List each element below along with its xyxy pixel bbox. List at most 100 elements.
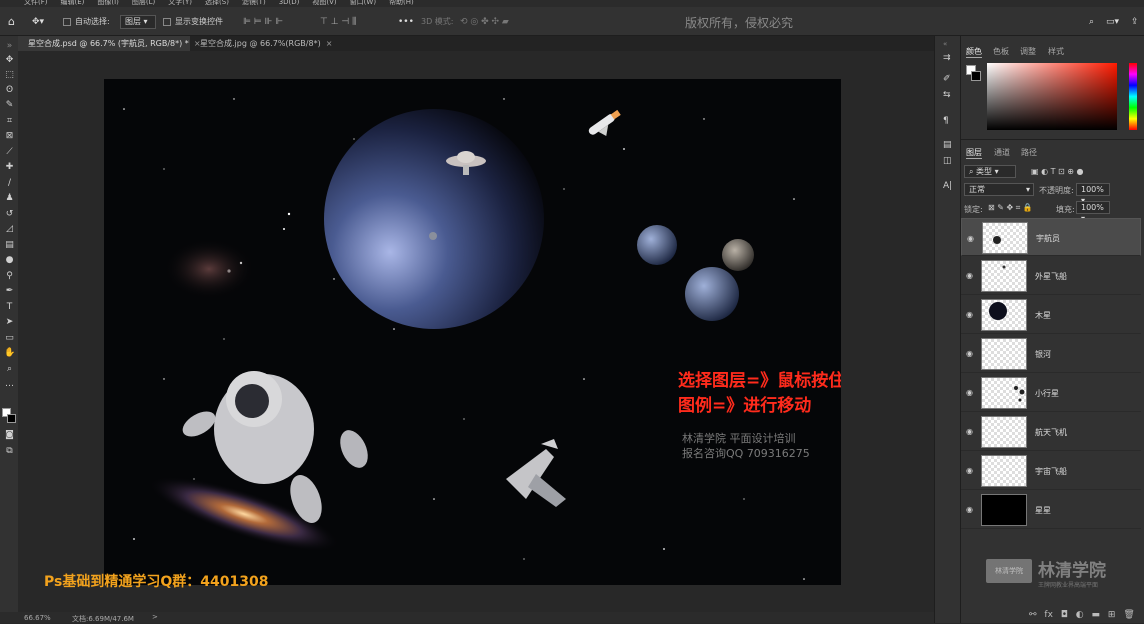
history-icon[interactable]: ⇉ [943, 53, 951, 63]
stamp-tool-icon[interactable]: ♟ [4, 193, 15, 204]
brush-settings-icon[interactable]: ✐ [943, 74, 951, 84]
tab-channels[interactable]: 通道 [994, 147, 1010, 158]
shape-tool-icon[interactable]: ▭ [4, 333, 15, 344]
auto-select-dropdown[interactable]: 图层 ▾ [120, 15, 156, 29]
eraser-tool-icon[interactable]: ◿ [4, 224, 15, 235]
visibility-eye-icon[interactable]: ◉ [966, 388, 973, 397]
workspace-icon[interactable]: ▭▾ [1106, 17, 1119, 27]
menu-layer[interactable]: 图层(L) [132, 0, 155, 6]
lock-icons[interactable]: ⊠ ✎ ✥ ⌗ 🔒 [988, 203, 1033, 213]
menu-edit[interactable]: 编辑(E) [61, 0, 85, 6]
tab-swatches[interactable]: 色板 [993, 46, 1009, 57]
quick-mask-icon[interactable]: ◙ [4, 430, 15, 441]
zoom-level[interactable]: 66.67% [24, 614, 51, 622]
adjust-icon[interactable]: ⇆ [943, 90, 951, 100]
fx-icon[interactable]: fx [1044, 610, 1053, 620]
blur-tool-icon[interactable]: ● [4, 255, 15, 266]
menu-window[interactable]: 窗口(W) [350, 0, 376, 6]
collapse-icon[interactable]: » [4, 41, 15, 52]
menu-file[interactable]: 文件(F) [24, 0, 48, 6]
layer-row-asteroids[interactable]: ◉ 小行星 [961, 374, 1141, 412]
adjustment-icon[interactable]: ◐ [1076, 610, 1084, 620]
type-tool-icon[interactable]: T [4, 302, 15, 313]
paragraph-icon[interactable]: ¶ [943, 116, 949, 126]
visibility-eye-icon[interactable]: ◉ [966, 310, 973, 319]
gradient-tool-icon[interactable]: ▤ [4, 240, 15, 251]
tab-jpg[interactable]: 星空合成.jpg @ 66.7%(RGB/8*) × [190, 36, 333, 51]
more-tools-icon[interactable]: … [4, 379, 15, 390]
document-canvas[interactable]: 选择图层=》鼠标按住图片中的宇航员 图例=》进行移动 林清学院 平面设计培训 报… [104, 79, 841, 585]
libraries-icon[interactable]: ◫ [943, 156, 952, 166]
brush-tool-icon[interactable]: ∕ [4, 178, 15, 189]
tab-styles[interactable]: 样式 [1048, 46, 1064, 57]
show-transform-checkbox[interactable] [163, 18, 171, 26]
layer-row-ufo[interactable]: ◉ 外星飞船 [961, 257, 1141, 295]
healing-brush-icon[interactable]: ✚ [4, 162, 15, 173]
layer-row-astronaut[interactable]: ◉ 宇航员 [961, 218, 1141, 256]
visibility-eye-icon[interactable]: ◉ [966, 271, 973, 280]
properties-icon[interactable]: ▤ [943, 140, 952, 150]
zoom-tool-icon[interactable]: ⌕ [4, 364, 15, 375]
pen-tool-icon[interactable]: ✒ [4, 286, 15, 297]
eyedropper-icon[interactable]: ⟋ [4, 147, 15, 158]
marquee-tool-icon[interactable]: ⬚ [4, 70, 15, 81]
3d-mode-icons[interactable]: ⟲ ◎ ✤ ✣ ▰ [460, 17, 509, 27]
character-icon[interactable]: A| [943, 181, 952, 191]
tab-psd[interactable]: 星空合成.psd @ 66.7% (宇航员, RGB/8*) * × [18, 36, 201, 51]
auto-select-checkbox[interactable] [63, 18, 71, 26]
tab-color[interactable]: 颜色 [966, 46, 982, 58]
home-icon[interactable]: ⌂ [8, 15, 15, 28]
status-arrow-icon[interactable]: > [152, 613, 158, 621]
hand-tool-icon[interactable]: ✋ [4, 348, 15, 359]
blend-mode-dropdown[interactable]: 正常 ▾ [964, 183, 1034, 196]
menu-select[interactable]: 选择(S) [205, 0, 229, 6]
move-tool-icon[interactable]: ✥ [4, 55, 15, 66]
close-icon[interactable]: × [326, 39, 333, 48]
menu-view[interactable]: 视图(V) [312, 0, 336, 6]
move-tool-icon[interactable]: ✥▾ [32, 17, 44, 27]
visibility-eye-icon[interactable]: ◉ [966, 427, 973, 436]
visibility-eye-icon[interactable]: ◉ [967, 233, 974, 245]
dodge-tool-icon[interactable]: ⚲ [4, 271, 15, 282]
menu-filter[interactable]: 滤镜(T) [242, 0, 266, 6]
lasso-tool-icon[interactable]: ʘ [4, 85, 15, 96]
trash-icon[interactable]: 🗑 [1123, 610, 1134, 620]
visibility-eye-icon[interactable]: ◉ [966, 466, 973, 475]
layer-row-spaceship[interactable]: ◉ 宇宙飞船 [961, 452, 1141, 490]
path-select-icon[interactable]: ➤ [4, 317, 15, 328]
menu-3d[interactable]: 3D(D) [279, 0, 300, 6]
group-icon[interactable]: ▬ [1092, 610, 1101, 620]
screen-mode-icon[interactable]: ⧉ [4, 446, 15, 457]
menu-image[interactable]: 图像(I) [97, 0, 119, 6]
new-layer-icon[interactable]: ⊞ [1108, 610, 1116, 620]
quick-select-icon[interactable]: ✎ [4, 100, 15, 111]
more-icon[interactable]: ••• [398, 17, 414, 27]
menu-help[interactable]: 帮助(H) [389, 0, 414, 6]
distribute-icons[interactable]: ⊤ ⊥ ⊣ ⫼ [320, 17, 356, 27]
mask-icon[interactable]: ◘ [1061, 610, 1068, 620]
hue-slider[interactable] [1129, 63, 1137, 130]
tab-paths[interactable]: 路径 [1021, 147, 1037, 158]
layer-row-galaxy[interactable]: ◉ 银河 [961, 335, 1141, 373]
color-picker-field[interactable] [987, 63, 1117, 130]
layer-filter-dropdown[interactable]: ⌕ 类型 ▾ [964, 165, 1016, 178]
visibility-eye-icon[interactable]: ◉ [966, 349, 973, 358]
bg-color-swatch[interactable] [971, 71, 981, 81]
align-icons[interactable]: ⊫ ⊨ ⊪ ⊩ [243, 17, 283, 27]
fill-input[interactable]: 100% ▾ [1076, 201, 1110, 223]
tab-adjustments[interactable]: 调整 [1020, 46, 1036, 57]
frame-tool-icon[interactable]: ⊠ [4, 131, 15, 142]
opacity-input[interactable]: 100% ▾ [1076, 183, 1110, 205]
filter-icons[interactable]: ▣ ◐ T ⊡ ⊕ ● [1031, 167, 1084, 176]
share-icon[interactable]: ⇪ [1131, 17, 1139, 27]
link-icon[interactable]: ⚯ [1029, 610, 1037, 620]
search-icon[interactable]: ⌕ [1089, 17, 1094, 27]
crop-tool-icon[interactable]: ⌗ [4, 116, 15, 127]
visibility-eye-icon[interactable]: ◉ [966, 505, 973, 514]
background-color-swatch[interactable] [7, 414, 16, 423]
tab-layers[interactable]: 图层 [966, 147, 982, 159]
layer-row-stars[interactable]: ◉ 星星 [961, 491, 1141, 529]
layer-row-jupiter[interactable]: ◉ 木星 [961, 296, 1141, 334]
expand-icon[interactable]: « [943, 40, 947, 48]
menu-type[interactable]: 文字(Y) [168, 0, 192, 6]
